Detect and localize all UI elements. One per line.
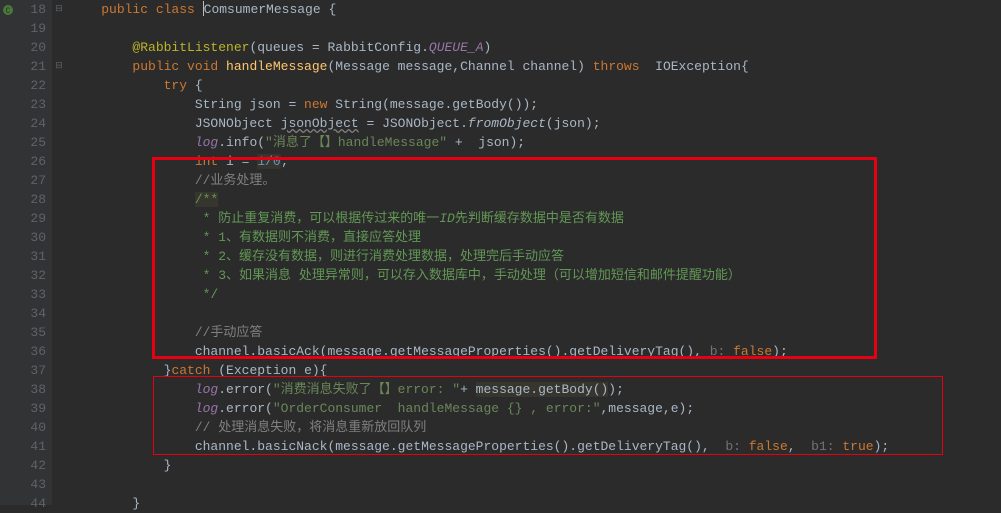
code-line[interactable]: @RabbitListener(queues = RabbitConfig.QU…: [70, 38, 1001, 57]
gutter-line: 24: [0, 114, 52, 133]
gutter-line: 39: [0, 399, 52, 418]
code-line[interactable]: log.info("消息了【】handleMessage" + json);: [70, 133, 1001, 152]
gutter-line: 21: [0, 57, 52, 76]
gutter-line: 29: [0, 209, 52, 228]
code-line[interactable]: * 1、有数据则不消费，直接应答处理: [70, 228, 1001, 247]
line-number: 38: [30, 382, 46, 397]
line-number: 21: [30, 59, 46, 74]
line-number: 18: [30, 2, 46, 17]
gutter-line: 32: [0, 266, 52, 285]
code-line[interactable]: * 2、缓存没有数据，则进行消费处理数据，处理完后手动应答: [70, 247, 1001, 266]
gutter-line: 36: [0, 342, 52, 361]
code-line[interactable]: log.error("OrderConsumer handleMessage {…: [70, 399, 1001, 418]
code-line[interactable]: */: [70, 285, 1001, 304]
line-number: 30: [30, 230, 46, 245]
gutter-line: 22: [0, 76, 52, 95]
gutter-line: 26: [0, 152, 52, 171]
code-editor: C 18 19 20 21 22 23 24 25 26 27 28 29 30…: [0, 0, 1001, 505]
gutter-line: 30: [0, 228, 52, 247]
code-line[interactable]: //业务处理。: [70, 171, 1001, 190]
code-line[interactable]: public class ComsumerMessage {: [70, 0, 1001, 19]
gutter-line: 25: [0, 133, 52, 152]
code-area[interactable]: public class ComsumerMessage { @RabbitLi…: [66, 0, 1001, 505]
code-line[interactable]: channel.basicAck(message.getMessagePrope…: [70, 342, 1001, 361]
gutter-line: 41: [0, 437, 52, 456]
code-line[interactable]: [70, 304, 1001, 323]
gutter-line: 35: [0, 323, 52, 342]
line-number: 24: [30, 116, 46, 131]
gutter-line: 33: [0, 285, 52, 304]
line-number: 40: [30, 420, 46, 435]
gutter-line: 19: [0, 19, 52, 38]
code-line[interactable]: int i = 1/0;: [70, 152, 1001, 171]
line-number: 37: [30, 363, 46, 378]
gutter-line: C 18: [0, 0, 52, 19]
code-line[interactable]: log.error("消费消息失败了【】error: "+ message.ge…: [70, 380, 1001, 399]
line-number: 27: [30, 173, 46, 188]
line-number: 43: [30, 477, 46, 492]
line-number: 31: [30, 249, 46, 264]
line-number: 25: [30, 135, 46, 150]
line-number: 26: [30, 154, 46, 169]
line-number: 35: [30, 325, 46, 340]
code-line[interactable]: /**: [70, 190, 1001, 209]
gutter-line: 27: [0, 171, 52, 190]
line-number: 20: [30, 40, 46, 55]
code-line[interactable]: // 处理消息失败，将消息重新放回队列: [70, 418, 1001, 437]
gutter-line: 38: [0, 380, 52, 399]
code-line[interactable]: //手动应答: [70, 323, 1001, 342]
svg-text:C: C: [6, 7, 11, 16]
gutter-line: 20: [0, 38, 52, 57]
line-number: 29: [30, 211, 46, 226]
fold-column: ⊟ ⊟: [52, 0, 66, 505]
code-line[interactable]: [70, 475, 1001, 494]
code-line[interactable]: public void handleMessage(Message messag…: [70, 57, 1001, 76]
code-line[interactable]: try {: [70, 76, 1001, 95]
line-number: 33: [30, 287, 46, 302]
line-number: 34: [30, 306, 46, 321]
gutter-line: 34: [0, 304, 52, 323]
fold-toggle-icon[interactable]: ⊟: [54, 4, 64, 14]
line-number: 32: [30, 268, 46, 283]
gutter-line: 23: [0, 95, 52, 114]
line-number: 36: [30, 344, 46, 359]
gutter-line: 44: [0, 494, 52, 513]
code-line[interactable]: }: [70, 494, 1001, 513]
gutter-line: 42: [0, 456, 52, 475]
line-number: 23: [30, 97, 46, 112]
line-number: 28: [30, 192, 46, 207]
line-number: 44: [30, 496, 46, 511]
code-line[interactable]: * 防止重复消费，可以根据传过来的唯一ID先判断缓存数据中是否有数据: [70, 209, 1001, 228]
code-line[interactable]: }: [70, 456, 1001, 475]
code-line[interactable]: channel.basicNack(message.getMessageProp…: [70, 437, 1001, 456]
line-number: 42: [30, 458, 46, 473]
gutter-icon-class: C: [2, 3, 14, 15]
code-line[interactable]: [70, 19, 1001, 38]
code-line[interactable]: JSONObject jsonObject = JSONObject.fromO…: [70, 114, 1001, 133]
gutter-line: 28: [0, 190, 52, 209]
code-line[interactable]: }catch (Exception e){: [70, 361, 1001, 380]
line-number: 22: [30, 78, 46, 93]
line-gutter: C 18 19 20 21 22 23 24 25 26 27 28 29 30…: [0, 0, 52, 505]
line-number: 41: [30, 439, 46, 454]
gutter-line: 31: [0, 247, 52, 266]
code-line[interactable]: * 3、如果消息 处理异常则，可以存入数据库中，手动处理（可以增加短信和邮件提醒…: [70, 266, 1001, 285]
line-number: 39: [30, 401, 46, 416]
line-number: 19: [30, 21, 46, 36]
gutter-line: 43: [0, 475, 52, 494]
gutter-line: 37: [0, 361, 52, 380]
fold-toggle-icon[interactable]: ⊟: [54, 61, 64, 71]
gutter-line: 40: [0, 418, 52, 437]
code-line[interactable]: String json = new String(message.getBody…: [70, 95, 1001, 114]
